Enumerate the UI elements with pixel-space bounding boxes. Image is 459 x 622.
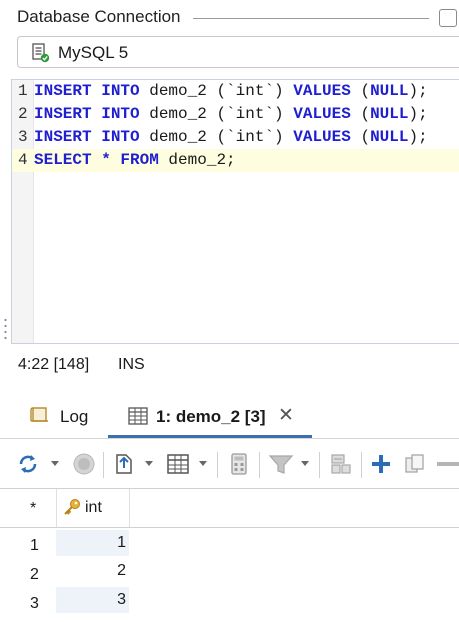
cursor-position: 4:22 [148] (18, 356, 90, 373)
code-fragment: * (91, 151, 121, 169)
refresh-icon[interactable] (16, 452, 40, 476)
header-divider (0, 527, 459, 528)
table-icon (128, 407, 148, 425)
cell-value: 3 (117, 591, 126, 608)
log-icon (30, 407, 48, 422)
code-fragment: ); (408, 82, 428, 100)
keyword: INTO (101, 105, 140, 123)
keyword: FROM (120, 151, 159, 169)
toolbar-separator (361, 452, 362, 478)
insert-mode-indicator: INS (118, 356, 145, 373)
keyword: NULL (370, 105, 409, 123)
chevron-down-icon[interactable] (51, 461, 59, 466)
chevron-down-icon[interactable] (301, 461, 309, 466)
code-line: 1 INSERT INTO demo_2 (`int`) VALUES (NUL… (12, 80, 459, 103)
code-text: SELECT * FROM demo_2; (34, 151, 236, 169)
form-view-icon[interactable] (329, 452, 353, 476)
group-divider (193, 18, 429, 19)
toolbar-separator (319, 452, 320, 478)
cell-value: 2 (117, 562, 126, 579)
code-fragment: ); (408, 105, 428, 123)
code-fragment: ( (350, 105, 371, 123)
code-fragment: demo_2 (`int`) (139, 82, 294, 100)
connection-select[interactable]: MySQL 5 (17, 36, 459, 68)
current-code-line: 4 SELECT * FROM demo_2; (12, 149, 459, 172)
table-cell[interactable]: 2 (56, 558, 129, 584)
code-line: 3 INSERT INTO demo_2 (`int`) VALUES (NUL… (12, 126, 459, 149)
keyword: VALUES (293, 82, 351, 100)
row-number[interactable]: 2 (30, 566, 39, 584)
keyword: NULL (370, 82, 409, 100)
result-toolbar (0, 444, 459, 484)
row-number[interactable]: 1 (30, 537, 39, 555)
connection-name: MySQL 5 (58, 43, 129, 62)
keyword: VALUES (293, 105, 351, 123)
toolbar-separator (259, 452, 260, 478)
keyword: NULL (370, 128, 409, 146)
stop-icon[interactable] (72, 452, 96, 476)
keyword: INSERT (34, 82, 92, 100)
close-icon[interactable]: ✕ (278, 404, 294, 427)
keyword: INSERT (34, 128, 92, 146)
code-fragment: ( (350, 128, 371, 146)
database-icon (32, 43, 50, 63)
code-text: INSERT INTO demo_2 (`int`) VALUES (NULL)… (34, 105, 428, 123)
column-header-int[interactable]: int (56, 489, 130, 527)
keyword: INTO (101, 82, 140, 100)
code-text: INSERT INTO demo_2 (`int`) VALUES (NULL)… (34, 82, 428, 100)
resize-grip-icon[interactable] (4, 318, 7, 340)
line-number: 1 (18, 82, 28, 100)
line-number: 3 (18, 128, 28, 146)
keyword: VALUES (293, 128, 351, 146)
filter-icon[interactable] (268, 452, 294, 476)
toolbar-separator (103, 452, 104, 478)
keyword: INSERT (34, 105, 92, 123)
tab-log-label: Log (60, 407, 89, 426)
tab-result[interactable]: 1: demo_2 [3] ✕ (108, 398, 312, 438)
key-icon (64, 499, 80, 515)
add-row-icon[interactable] (369, 452, 393, 476)
duplicate-row-icon[interactable] (403, 452, 427, 476)
calculator-icon[interactable] (227, 452, 251, 476)
row-number[interactable]: 3 (30, 595, 39, 613)
sql-editor[interactable]: 1 INSERT INTO demo_2 (`int`) VALUES (NUL… (11, 79, 459, 344)
chevron-down-icon[interactable] (199, 461, 207, 466)
code-text: INSERT INTO demo_2 (`int`) VALUES (NULL)… (34, 128, 428, 146)
grid-view-icon[interactable] (166, 452, 190, 476)
toolbar-separator (217, 452, 218, 478)
line-number: 2 (18, 105, 28, 123)
chevron-down-icon[interactable] (145, 461, 153, 466)
cell-value: 1 (117, 534, 126, 551)
table-cell[interactable]: 3 (56, 587, 129, 613)
code-fragment: ); (408, 128, 428, 146)
code-fragment: ( (350, 82, 371, 100)
line-number: 4 (18, 151, 28, 169)
database-connection-label: Database Connection (17, 7, 181, 26)
keyword: INTO (101, 128, 140, 146)
table-cell[interactable]: 1 (56, 530, 129, 556)
column-header-label: int (85, 499, 102, 516)
tab-divider (0, 438, 459, 439)
code-fragment: demo_2 (`int`) (139, 128, 294, 146)
connection-checkbox[interactable] (439, 9, 457, 27)
code-line: 2 INSERT INTO demo_2 (`int`) VALUES (NUL… (12, 103, 459, 126)
code-fragment: demo_2 (`int`) (139, 105, 294, 123)
select-all-header[interactable]: * (30, 500, 36, 518)
export-icon[interactable] (112, 452, 136, 476)
tab-log[interactable]: Log (30, 400, 100, 434)
delete-row-icon[interactable] (435, 452, 459, 476)
tab-result-label: 1: demo_2 [3] (156, 407, 266, 426)
keyword: SELECT (34, 151, 92, 169)
results-grid[interactable]: * int 1 1 2 2 3 3 (0, 489, 459, 622)
code-fragment: demo_2; (158, 151, 236, 169)
